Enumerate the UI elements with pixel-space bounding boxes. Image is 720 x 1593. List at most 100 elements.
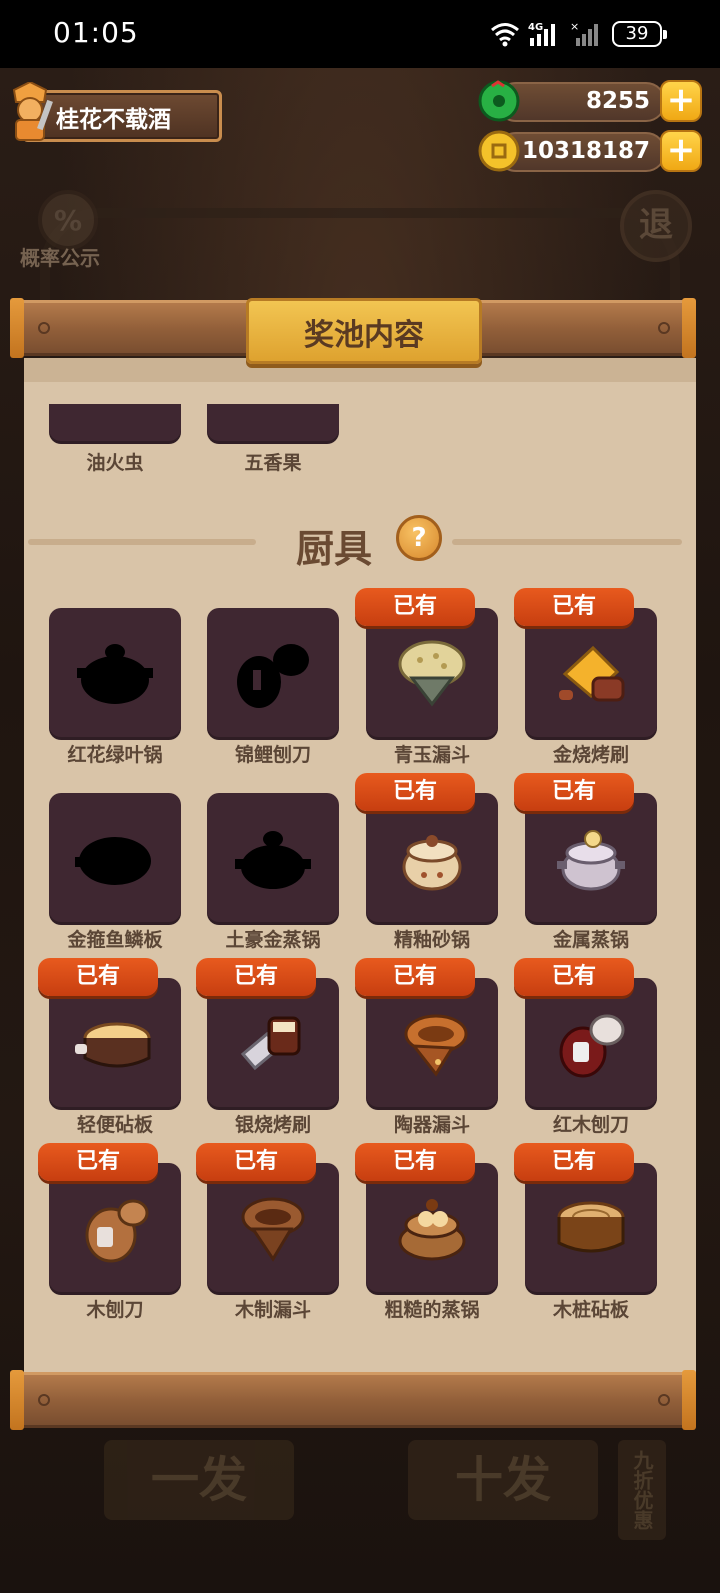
status-bar: 01:05 4G × 39 — [0, 0, 720, 68]
board-silhouette-icon — [75, 837, 151, 885]
add-jade-button[interactable]: + — [660, 80, 702, 122]
owned-badge: 已有 — [514, 1143, 634, 1181]
cookware-label: 青玉漏斗 — [393, 744, 470, 766]
cookware-card[interactable] — [366, 793, 498, 925]
owned-badge: 已有 — [196, 958, 316, 996]
cookware-card[interactable] — [207, 608, 339, 740]
cookware-card[interactable] — [525, 978, 657, 1110]
cookware-card[interactable] — [49, 978, 181, 1110]
owned-badge: 已有 — [38, 958, 158, 996]
owned-badge: 已有 — [196, 1143, 316, 1181]
cookware-label: 轻便砧板 — [76, 1114, 153, 1136]
owned-badge: 已有 — [514, 958, 634, 996]
metal-steamer-icon — [557, 830, 625, 891]
section-title-cookware: 厨具 — [296, 527, 373, 571]
single-draw-button: 一发 — [104, 1440, 294, 1520]
cookware-label: 精釉砂锅 — [393, 929, 470, 951]
cookware-label: 红花绿叶锅 — [67, 744, 163, 766]
signal-icon: 4G — [528, 22, 555, 46]
cookware-card[interactable] — [207, 793, 339, 925]
cookware-card[interactable] — [49, 793, 181, 925]
pot-silhouette-icon — [77, 644, 153, 704]
cookware-label: 陶器漏斗 — [393, 1114, 470, 1136]
wifi-icon — [491, 23, 519, 47]
panel-title: 奖池内容 — [304, 318, 424, 353]
gold-coin-icon — [478, 130, 520, 172]
cookware-label: 土豪金蒸锅 — [225, 929, 321, 951]
cookware-label: 木刨刀 — [86, 1299, 144, 1321]
ten-draw-button: 十发 — [408, 1440, 598, 1520]
gold-amount: 10318187 — [521, 138, 650, 164]
owned-badge: 已有 — [355, 588, 475, 626]
cookware-card[interactable] — [207, 1163, 339, 1295]
clay-funnel-icon — [404, 1014, 468, 1077]
svg-text:4G: 4G — [528, 22, 543, 33]
cookware-card[interactable] — [525, 608, 657, 740]
owned-badge: 已有 — [514, 588, 634, 626]
cookware-card[interactable] — [49, 1163, 181, 1295]
rough-steamer-icon — [398, 1199, 466, 1261]
plane-silhouette-icon — [237, 644, 309, 708]
rod-cap-left-bottom — [10, 1370, 24, 1430]
ingredient-label: 油火虫 — [86, 452, 144, 474]
jade-coin-icon — [478, 80, 520, 122]
cookware-card[interactable] — [525, 793, 657, 925]
add-gold-button[interactable]: + — [660, 130, 702, 172]
discount-tag: 九折优惠 — [618, 1440, 666, 1540]
owned-badge: 已有 — [514, 773, 634, 811]
status-time: 01:05 — [53, 16, 139, 49]
owned-badge: 已有 — [355, 958, 475, 996]
cookware-label: 粗糙的蒸锅 — [384, 1299, 480, 1321]
cookware-label: 金烧烤刷 — [552, 744, 629, 766]
rod-nail — [38, 322, 50, 334]
cookware-card[interactable] — [366, 608, 498, 740]
signal-none-icon: × — [570, 20, 598, 46]
rod-cap-right-bottom — [682, 1370, 696, 1430]
cookware-label: 锦鲤刨刀 — [234, 744, 311, 766]
exit-button: 退 — [620, 190, 692, 262]
cookware-label: 金箍鱼鳞板 — [67, 929, 163, 951]
svg-text:%: % — [54, 204, 82, 237]
cookware-card[interactable] — [207, 978, 339, 1110]
stump-board-icon — [557, 1201, 625, 1253]
scroll-bottom-rod — [14, 1372, 694, 1428]
cookware-label: 木制漏斗 — [234, 1299, 311, 1321]
player-name: 桂花不载酒 — [56, 107, 171, 133]
silver-brush-icon — [240, 1016, 301, 1071]
redwood-plane-icon — [559, 1014, 625, 1078]
owned-badge: 已有 — [38, 1143, 158, 1181]
steamer-silhouette-icon — [235, 831, 311, 889]
rod-cap-left-top — [10, 298, 24, 358]
help-button[interactable]: ? — [396, 515, 442, 561]
cookware-label: 金属蒸锅 — [552, 929, 629, 951]
cookware-card[interactable] — [49, 608, 181, 740]
ingredient-card[interactable] — [207, 404, 339, 444]
svg-text:×: × — [570, 20, 579, 33]
cookware-label: 木桩砧板 — [552, 1299, 629, 1321]
status-icons: 4G × 39 — [490, 18, 667, 50]
cookware-label: 红木刨刀 — [552, 1114, 629, 1136]
gold-brush-icon — [559, 645, 625, 702]
cookware-label: 银烧烤刷 — [234, 1114, 311, 1136]
wood-plane-icon — [85, 1199, 149, 1263]
glazed-pot-icon — [402, 835, 462, 891]
chef-avatar-icon[interactable] — [4, 82, 56, 144]
owned-badge: 已有 — [355, 1143, 475, 1181]
rod-nail — [658, 1394, 670, 1406]
ingredient-card[interactable] — [49, 404, 181, 444]
wood-funnel-icon — [241, 1197, 305, 1262]
section-divider-left — [28, 539, 256, 545]
jade-amount: 8255 — [585, 88, 650, 114]
battery-indicator: 39 — [612, 21, 667, 47]
cookware-card[interactable] — [366, 1163, 498, 1295]
jade-funnel-icon — [398, 640, 466, 707]
rod-nail — [658, 322, 670, 334]
cookware-card[interactable] — [525, 1163, 657, 1295]
rod-cap-right-top — [682, 298, 696, 358]
cookware-card[interactable] — [366, 978, 498, 1110]
owned-badge: 已有 — [355, 773, 475, 811]
section-divider-right — [452, 539, 682, 545]
ingredient-label: 五香果 — [244, 452, 302, 474]
probability-label: 概率公示 — [20, 246, 100, 270]
light-board-icon — [75, 1022, 151, 1068]
